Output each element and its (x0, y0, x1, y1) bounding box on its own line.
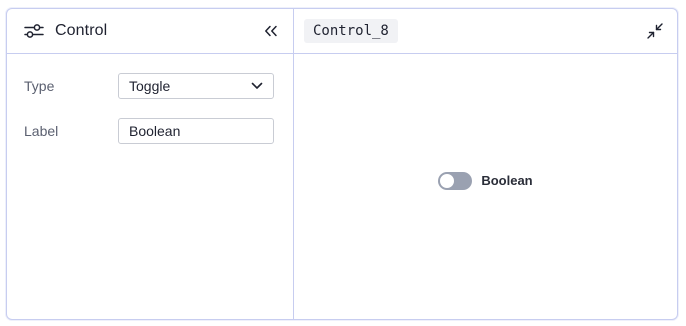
chevrons-left-icon (265, 25, 277, 37)
sliders-icon (23, 23, 45, 39)
type-select[interactable]: Toggle (118, 73, 274, 99)
preview-header: Control_8 (294, 9, 677, 54)
control-form: Type Toggle Label (7, 54, 293, 162)
control-name-chip: Control_8 (304, 19, 398, 43)
preview-canvas: Boolean (294, 54, 677, 319)
type-select-value: Toggle (129, 78, 171, 94)
label-row: Label (24, 117, 281, 145)
label-input[interactable] (118, 118, 274, 144)
label-label: Label (24, 123, 59, 139)
control-editor: Control Type Toggle Label Boolean Contro… (6, 8, 678, 320)
preview-panel: Control_8 Boolean (294, 9, 677, 319)
boolean-toggle[interactable]: Boolean (438, 171, 533, 190)
toggle-label: Boolean (481, 173, 533, 188)
panel-title: Control (55, 22, 108, 39)
type-row: Type Toggle (24, 72, 281, 100)
minimize-button[interactable] (645, 21, 665, 41)
control-settings-panel: Control Type Toggle Label (7, 9, 294, 319)
collapse-panel-button[interactable] (261, 21, 281, 41)
chevron-down-icon (251, 82, 263, 89)
toggle-knob (439, 172, 456, 189)
toggle-track[interactable] (438, 171, 473, 190)
settings-header: Control (7, 9, 293, 54)
type-label: Type (24, 78, 55, 94)
minimize-icon (647, 23, 663, 39)
